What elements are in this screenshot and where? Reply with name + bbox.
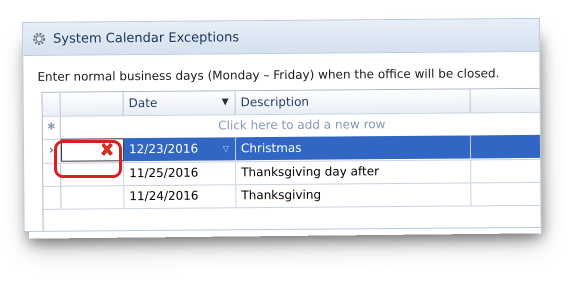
delete-cell[interactable] [61, 185, 125, 209]
window-title: System Calendar Exceptions [53, 29, 240, 47]
column-header-filler [470, 88, 542, 113]
instructions-text: Enter normal business days (Monday – Fri… [37, 66, 500, 84]
row-filler [471, 159, 542, 183]
row-indicator-header [42, 92, 61, 116]
highlight-callout [54, 140, 122, 178]
date-cell[interactable]: 12/23/2016 ▽ [123, 137, 237, 162]
description-cell[interactable]: Thanksgiving day after [236, 159, 472, 185]
row-filler [470, 134, 542, 159]
gear-icon [31, 31, 47, 47]
date-cell[interactable]: 11/25/2016 [124, 161, 237, 186]
column-header-date[interactable]: Date ▼ [123, 91, 236, 116]
description-cell[interactable]: Thanksgiving [236, 182, 472, 208]
table-row[interactable]: 11/24/2016 Thanksgiving [43, 181, 542, 210]
description-cell[interactable]: Christmas [235, 135, 472, 161]
title-bar: System Calendar Exceptions [23, 18, 540, 56]
date-cell[interactable]: 11/24/2016 [124, 184, 237, 209]
date-dropdown-icon[interactable]: ▽ [223, 137, 229, 160]
column-header-actions[interactable] [60, 92, 124, 116]
row-indicator [43, 185, 62, 209]
date-value: 12/23/2016 [128, 141, 199, 157]
column-header-date-label: Date [128, 95, 158, 111]
calendar-exceptions-window: System Calendar Exceptions Enter normal … [22, 17, 542, 232]
row-filler [471, 182, 541, 206]
sort-descending-icon[interactable]: ▼ [222, 91, 229, 114]
new-row-icon: ✱ [42, 115, 61, 139]
column-header-description[interactable]: Description [235, 89, 471, 115]
